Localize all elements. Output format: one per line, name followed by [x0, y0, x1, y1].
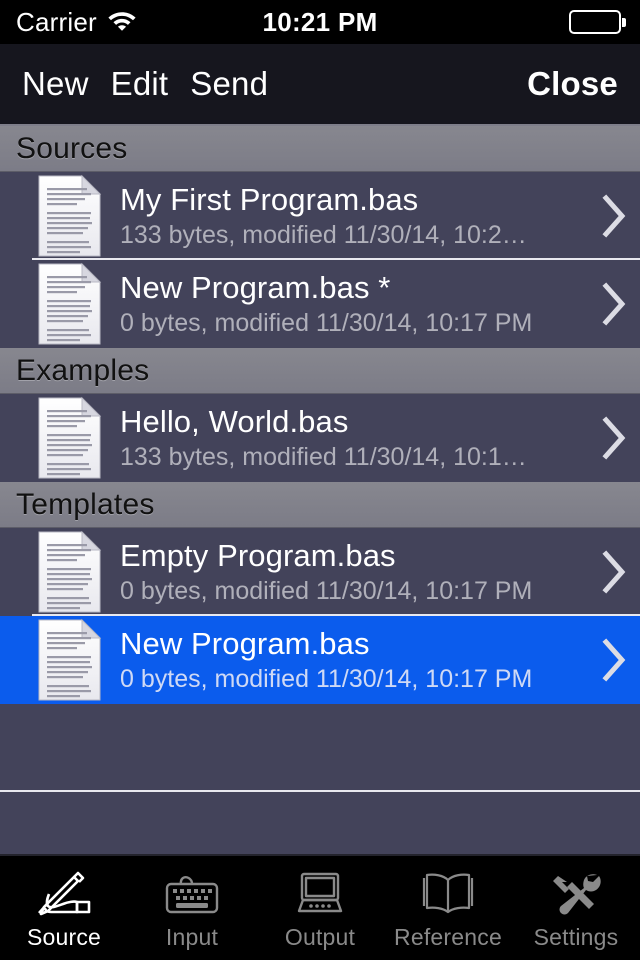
- edit-button[interactable]: Edit: [111, 65, 169, 103]
- tools-icon: [545, 866, 607, 920]
- tab-output[interactable]: Output: [256, 856, 384, 960]
- file-meta: 0 bytes, modified 11/30/14, 10:17 PM: [120, 665, 533, 693]
- file-meta: 133 bytes, modified 11/30/14, 10:1…: [120, 443, 527, 471]
- tab-label: Input: [165, 923, 219, 950]
- writing-hand-icon: [33, 866, 95, 920]
- computer-icon: [289, 866, 351, 920]
- file-row-text: Empty Program.bas 0 bytes, modified 11/3…: [120, 537, 588, 607]
- file-row[interactable]: Empty Program.bas 0 bytes, modified 11/3…: [0, 528, 640, 616]
- document-icon: [36, 530, 104, 614]
- send-button[interactable]: Send: [190, 65, 268, 103]
- tab-label: Settings: [533, 923, 619, 950]
- chevron-right-icon[interactable]: [588, 282, 640, 326]
- section-header: Templates: [0, 482, 640, 528]
- status-bar: Carrier 10:21 PM: [0, 0, 640, 44]
- file-meta: 0 bytes, modified 11/30/14, 10:17 PM: [120, 309, 533, 337]
- document-icon: [36, 174, 104, 258]
- keyboard-icon: [161, 866, 223, 920]
- chevron-right-icon[interactable]: [588, 638, 640, 682]
- battery-icon: [569, 10, 626, 34]
- tab-source[interactable]: Source: [0, 856, 128, 960]
- section-header-title: Examples: [16, 353, 150, 387]
- tab-label: Output: [284, 923, 356, 950]
- file-row[interactable]: Hello, World.bas 133 bytes, modified 11/…: [0, 394, 640, 482]
- section-header-title: Sources: [16, 131, 128, 165]
- file-name: New Program.bas: [120, 626, 370, 661]
- file-row-text: New Program.bas * 0 bytes, modified 11/3…: [120, 269, 588, 339]
- status-bar-time: 10:21 PM: [262, 6, 378, 37]
- tab-input[interactable]: Input: [128, 856, 256, 960]
- empty-row: [0, 792, 640, 830]
- navbar-right-buttons: Close: [527, 65, 618, 103]
- navigation-bar: New Edit Send Close: [0, 44, 640, 126]
- navbar-left-buttons: New Edit Send: [22, 65, 268, 103]
- document-icon: [36, 262, 104, 346]
- document-icon: [36, 396, 104, 480]
- new-button[interactable]: New: [22, 65, 89, 103]
- app-window: Carrier 10:21 PM New Edit Send Close Sou…: [0, 0, 640, 960]
- file-name: New Program.bas *: [120, 270, 391, 305]
- file-list-table[interactable]: Sources My First Program.bas 133 bytes, …: [0, 126, 640, 830]
- file-row[interactable]: New Program.bas 0 bytes, modified 11/30/…: [0, 616, 640, 704]
- chevron-right-icon[interactable]: [588, 416, 640, 460]
- tab-reference[interactable]: Reference: [384, 856, 512, 960]
- open-book-icon: [417, 866, 479, 920]
- section-header: Examples: [0, 348, 640, 394]
- file-row-text: New Program.bas 0 bytes, modified 11/30/…: [120, 625, 588, 695]
- tab-label: Source: [26, 923, 102, 950]
- file-row[interactable]: New Program.bas * 0 bytes, modified 11/3…: [0, 260, 640, 348]
- file-row-text: My First Program.bas 133 bytes, modified…: [120, 181, 588, 251]
- file-row[interactable]: My First Program.bas 133 bytes, modified…: [0, 172, 640, 260]
- tab-settings[interactable]: Settings: [512, 856, 640, 960]
- section-header: Sources: [0, 126, 640, 172]
- tab-bar: Source Input Output Reference Settings: [0, 854, 640, 960]
- chevron-right-icon[interactable]: [588, 194, 640, 238]
- tab-label: Reference: [394, 923, 502, 950]
- file-meta: 133 bytes, modified 11/30/14, 10:2…: [120, 221, 527, 249]
- document-icon: [36, 618, 104, 702]
- chevron-right-icon[interactable]: [588, 550, 640, 594]
- file-name: Hello, World.bas: [120, 404, 349, 439]
- file-name: My First Program.bas: [120, 182, 419, 217]
- section-header-title: Templates: [16, 487, 155, 521]
- file-meta: 0 bytes, modified 11/30/14, 10:17 PM: [120, 577, 533, 605]
- close-button[interactable]: Close: [527, 65, 618, 102]
- file-name: Empty Program.bas: [120, 538, 396, 573]
- empty-row: [0, 704, 640, 792]
- file-row-text: Hello, World.bas 133 bytes, modified 11/…: [120, 403, 588, 473]
